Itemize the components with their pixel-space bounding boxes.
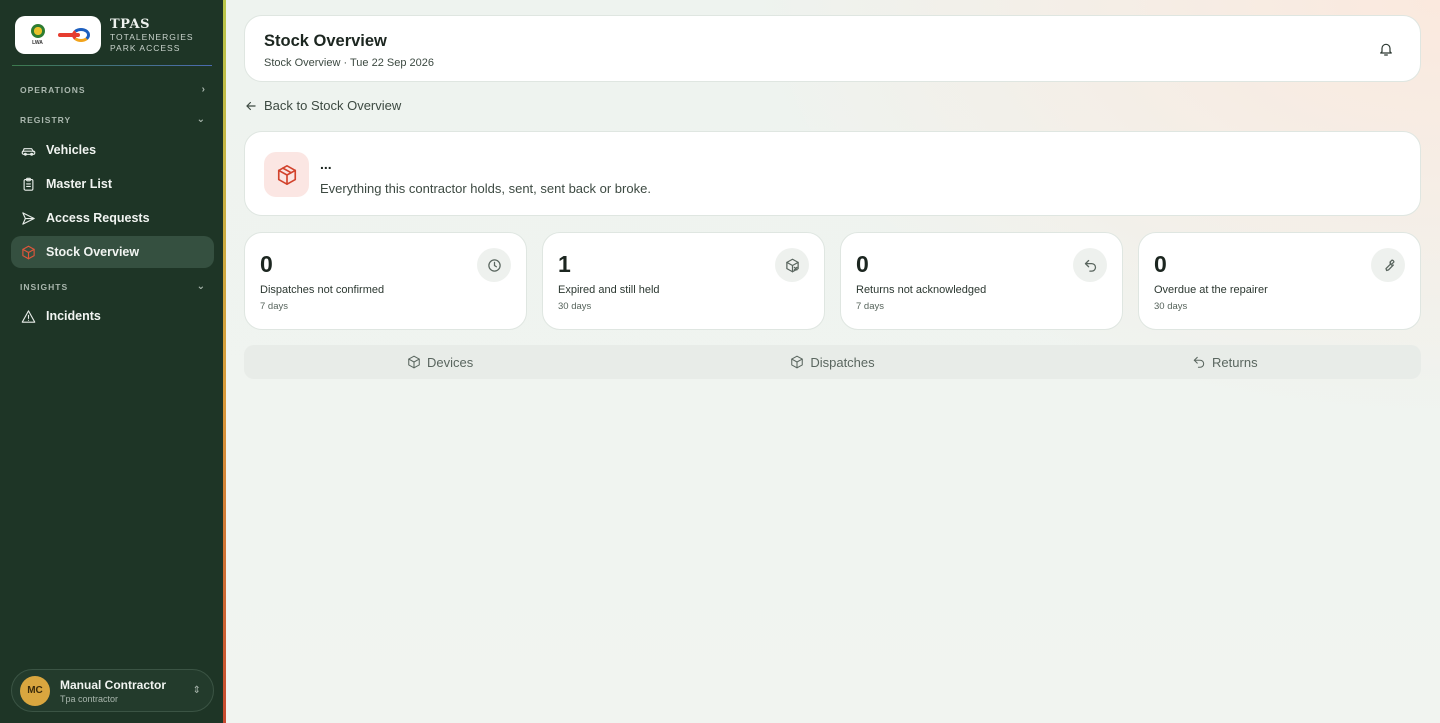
section-registry-label: REGISTRY (20, 114, 72, 125)
stat-card-expired-still-held[interactable]: 1 Expired and still held 30 days (542, 232, 825, 330)
lwa-logo-text: LWA (32, 40, 43, 46)
contractor-card: ... Everything this contractor holds, se… (244, 131, 1421, 216)
sidebar-item-incidents[interactable]: Incidents (11, 300, 214, 332)
undo-icon (1084, 259, 1096, 272)
avatar: MC (20, 675, 50, 706)
stat-card-overdue-at-repairer[interactable]: 0 Overdue at the repairer 30 days (1138, 232, 1421, 330)
chevron-down-icon: ⌄ (196, 281, 206, 292)
chevron-up-down-icon: ⇕ (192, 685, 201, 696)
box-x-icon (785, 258, 799, 272)
chevron-down-icon: ⌄ (196, 114, 206, 125)
stat-label: Overdue at the repairer (1154, 284, 1268, 296)
arrow-left-icon (246, 101, 256, 110)
tab-dispatches[interactable]: Dispatches (636, 345, 1028, 379)
send-icon (22, 211, 35, 225)
brand-subtitle-line2: PARK ACCESS (110, 42, 181, 53)
tab-bar: Devices Dispatches Returns (244, 345, 1421, 379)
stat-value: 0 (856, 251, 869, 277)
section-insights[interactable]: INSIGHTS ⌄ (20, 281, 206, 292)
tab-returns[interactable]: Returns (1029, 345, 1421, 379)
back-link[interactable]: Back to Stock Overview (244, 98, 401, 113)
stat-card-dispatches-not-confirmed[interactable]: 0 Dispatches not confirmed 7 days (244, 232, 527, 330)
stat-value: 1 (558, 251, 571, 277)
tab-devices[interactable]: Devices (244, 345, 636, 379)
sidebar-item-label: Vehicles (46, 143, 97, 157)
user-role: Tpa contractor (60, 693, 119, 704)
brand-subtitle-line1: TOTALENERGIES (110, 31, 194, 42)
totalenergies-logo (57, 25, 92, 45)
clipboard-icon (23, 177, 34, 191)
page-header: Stock Overview Stock Overview · Tue 22 S… (244, 15, 1421, 82)
clock-icon (487, 258, 501, 272)
stat-label: Expired and still held (558, 284, 660, 296)
bell-icon[interactable] (1378, 41, 1394, 57)
sidebar: LWA TPAS TOTALENERGIES PARK ACCESS OPERA… (0, 0, 223, 723)
brand-divider (12, 65, 212, 66)
box-icon (408, 355, 420, 369)
box-icon (22, 245, 35, 259)
section-insights-label: INSIGHTS (20, 281, 69, 292)
stat-period: 7 days (260, 301, 288, 312)
brand-title: TPAS (110, 16, 150, 32)
lwa-logo: LWA (25, 20, 51, 50)
section-registry[interactable]: REGISTRY ⌄ (20, 114, 206, 125)
undo-icon (1193, 356, 1205, 368)
chevron-right-icon: › (201, 84, 206, 95)
stat-period: 30 days (558, 301, 592, 312)
stat-icon (477, 248, 511, 282)
user-menu[interactable]: MC Manual Contractor Tpa contractor ⇕ (11, 669, 214, 712)
sidebar-item-stock-overview[interactable]: Stock Overview (11, 236, 214, 268)
main-content: Stock Overview Stock Overview · Tue 22 S… (226, 0, 1440, 723)
tab-label: Devices (427, 354, 474, 370)
sidebar-item-label: Stock Overview (46, 245, 140, 259)
user-name: Manual Contractor (60, 677, 167, 692)
wrench-icon (1384, 258, 1395, 271)
contractor-name: ... (320, 156, 332, 172)
page-title: Stock Overview (264, 32, 387, 50)
stat-value: 0 (260, 251, 273, 277)
stat-label: Dispatches not confirmed (260, 284, 385, 296)
tab-label: Dispatches (810, 354, 875, 370)
sidebar-item-label: Access Requests (46, 211, 150, 225)
breadcrumb: Stock Overview · Tue 22 Sep 2026 (264, 57, 434, 69)
contractor-description: Everything this contractor holds, sent, … (320, 181, 651, 196)
sidebar-item-vehicles[interactable]: Vehicles (11, 134, 214, 166)
contractor-box-tile (264, 152, 309, 197)
stat-icon (1073, 248, 1107, 282)
sidebar-item-access-requests[interactable]: Access Requests (11, 202, 214, 234)
box-icon (277, 164, 296, 185)
stat-value: 0 (1154, 251, 1167, 277)
stat-period: 30 days (1154, 301, 1188, 312)
section-operations-label: OPERATIONS (20, 84, 86, 95)
stat-icon (775, 248, 809, 282)
stat-icon (1371, 248, 1405, 282)
car-icon (21, 147, 36, 156)
brand[interactable]: LWA TPAS TOTALENERGIES PARK ACCESS (15, 15, 215, 55)
sidebar-item-label: Incidents (46, 309, 101, 323)
sidebar-item-label: Master List (46, 177, 112, 191)
back-link-label: Back to Stock Overview (264, 98, 402, 113)
stat-card-returns-not-acknowledged[interactable]: 0 Returns not acknowledged 7 days (840, 232, 1123, 330)
sidebar-item-master-list[interactable]: Master List (11, 168, 214, 200)
tab-label: Returns (1212, 354, 1258, 370)
warning-icon (21, 309, 36, 323)
stat-period: 7 days (856, 301, 884, 312)
section-operations[interactable]: OPERATIONS › (20, 84, 206, 95)
box-icon (791, 355, 804, 369)
stat-label: Returns not acknowledged (856, 284, 987, 296)
brand-logos: LWA (15, 16, 101, 54)
